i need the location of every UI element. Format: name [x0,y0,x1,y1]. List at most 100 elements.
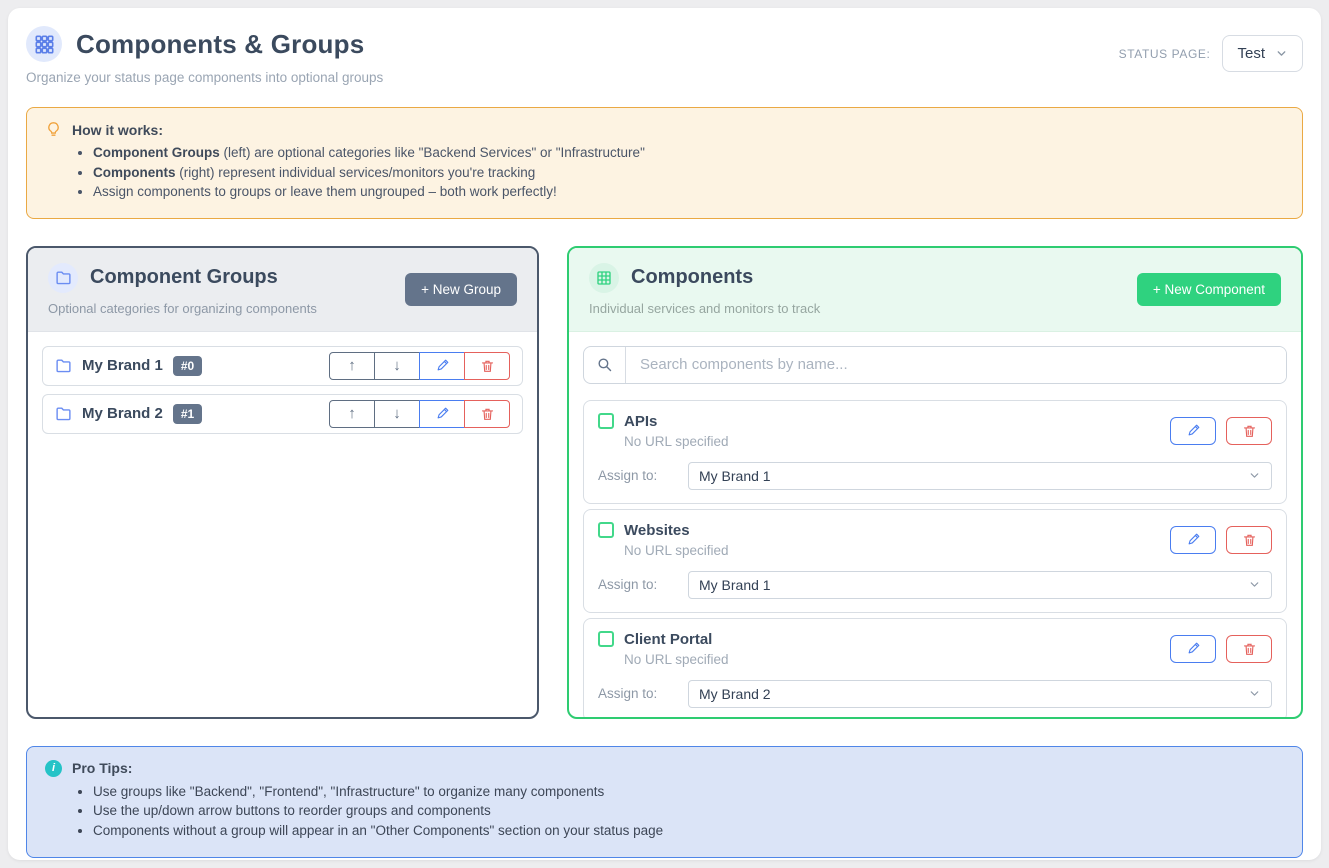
pencil-icon [435,406,450,421]
status-page-label: STATUS PAGE: [1119,47,1211,61]
component-name: Client Portal [624,631,712,648]
status-page-selected-value: Test [1237,45,1265,62]
group-name: My Brand 1 [82,357,163,374]
component-name: APIs [624,413,657,430]
assign-group-select[interactable]: My Brand 1 [688,571,1272,599]
how-it-works-title: How it works: [72,122,163,138]
pro-tips-title: Pro Tips: [72,760,132,776]
chevron-down-icon [1248,687,1261,700]
component-url-status: No URL specified [624,543,729,558]
bullet-bold-text: Component Groups [93,145,220,160]
assign-to-label: Assign to: [598,577,688,592]
group-row: My Brand 1 #0 ↑ ↓ [42,346,523,386]
assigned-group-value: My Brand 1 [699,577,771,593]
status-page-selector: STATUS PAGE: Test [1119,35,1303,72]
table-grid-icon [589,263,619,293]
component-name: Websites [624,522,690,539]
lightbulb-icon [45,121,62,138]
assign-group-select[interactable]: My Brand 2 [688,680,1272,708]
bullet-bold-text: Components [93,165,176,180]
pro-tips-bullet: Components without a group will appear i… [93,823,1284,838]
trash-icon [1242,641,1257,657]
groups-panel-subtitle: Optional categories for organizing compo… [48,301,317,316]
trash-icon [480,406,495,422]
pencil-icon [1186,532,1201,547]
edit-component-button[interactable] [1170,526,1216,554]
component-url-status: No URL specified [624,652,729,667]
edit-component-button[interactable] [1170,417,1216,445]
component-status-checkbox[interactable] [598,631,614,647]
components-panel-header: Components Individual services and monit… [569,248,1301,332]
header-left: Components & Groups Organize your status… [26,26,383,85]
new-component-button[interactable]: + New Component [1137,273,1281,306]
search-components-input[interactable] [626,347,1286,383]
page-background: Components & Groups Organize your status… [0,0,1329,868]
edit-group-button[interactable] [419,400,465,428]
components-list: APIs No URL specified [569,332,1301,717]
pro-tips-banner: i Pro Tips: Use groups like "Backend", "… [26,746,1303,859]
new-group-button[interactable]: + New Group [405,273,517,306]
grid-dots-icon [26,26,62,62]
chevron-down-icon [1248,469,1261,482]
delete-group-button[interactable] [464,400,510,428]
group-name: My Brand 2 [82,405,163,422]
how-it-works-bullet: Components (right) represent individual … [93,165,1284,180]
folder-icon [55,357,72,374]
component-card: APIs No URL specified [583,400,1287,504]
bullet-text: Assign components to groups or leave the… [93,184,557,199]
how-it-works-list: Component Groups (left) are optional cat… [45,145,1284,199]
pencil-icon [1186,423,1201,438]
search-icon [584,347,626,383]
groups-panel-title: Component Groups [90,266,278,289]
component-status-checkbox[interactable] [598,522,614,538]
edit-component-button[interactable] [1170,635,1216,663]
trash-icon [480,358,495,374]
how-it-works-bullet: Assign components to groups or leave the… [93,184,1284,199]
page-subtitle: Organize your status page components int… [26,70,383,85]
group-row: My Brand 2 #1 ↑ ↓ [42,394,523,434]
group-order-badge: #0 [173,356,202,376]
chevron-down-icon [1248,578,1261,591]
trash-icon [1242,532,1257,548]
component-url-status: No URL specified [624,434,729,449]
panels-container: Component Groups Optional categories for… [26,246,1303,719]
move-group-down-button[interactable]: ↓ [374,352,420,380]
folder-icon [48,263,78,293]
component-card: Websites No URL specified [583,509,1287,613]
trash-icon [1242,423,1257,439]
assigned-group-value: My Brand 2 [699,686,771,702]
components-panel-subtitle: Individual services and monitors to trac… [589,301,820,316]
folder-icon [55,405,72,422]
component-card: Client Portal No URL specified [583,618,1287,717]
page-header: Components & Groups Organize your status… [26,26,1303,85]
groups-list: My Brand 1 #0 ↑ ↓ [28,332,537,717]
delete-component-button[interactable] [1226,526,1272,554]
page-title: Components & Groups [76,29,364,60]
move-group-up-button[interactable]: ↑ [329,352,375,380]
pro-tips-bullet: Use the up/down arrow buttons to reorder… [93,803,1284,818]
info-icon: i [45,760,62,777]
delete-component-button[interactable] [1226,417,1272,445]
pencil-icon [1186,641,1201,656]
how-it-works-banner: How it works: Component Groups (left) ar… [26,107,1303,219]
assign-group-select[interactable]: My Brand 1 [688,462,1272,490]
move-group-up-button[interactable]: ↑ [329,400,375,428]
bullet-text: (left) are optional categories like "Bac… [220,145,645,160]
pro-tips-bullet: Use groups like "Backend", "Frontend", "… [93,784,1284,799]
component-groups-panel: Component Groups Optional categories for… [26,246,539,719]
pencil-icon [435,358,450,373]
status-page-select[interactable]: Test [1222,35,1303,72]
delete-component-button[interactable] [1226,635,1272,663]
move-group-down-button[interactable]: ↓ [374,400,420,428]
pro-tips-list: Use groups like "Backend", "Frontend", "… [45,784,1284,838]
components-panel: Components Individual services and monit… [567,246,1303,719]
chevron-down-icon [1275,47,1288,60]
delete-group-button[interactable] [464,352,510,380]
groups-panel-header: Component Groups Optional categories for… [28,248,537,332]
how-it-works-bullet: Component Groups (left) are optional cat… [93,145,1284,160]
group-order-badge: #1 [173,404,202,424]
edit-group-button[interactable] [419,352,465,380]
component-status-checkbox[interactable] [598,413,614,429]
assign-to-label: Assign to: [598,686,688,701]
components-panel-title: Components [631,266,753,289]
